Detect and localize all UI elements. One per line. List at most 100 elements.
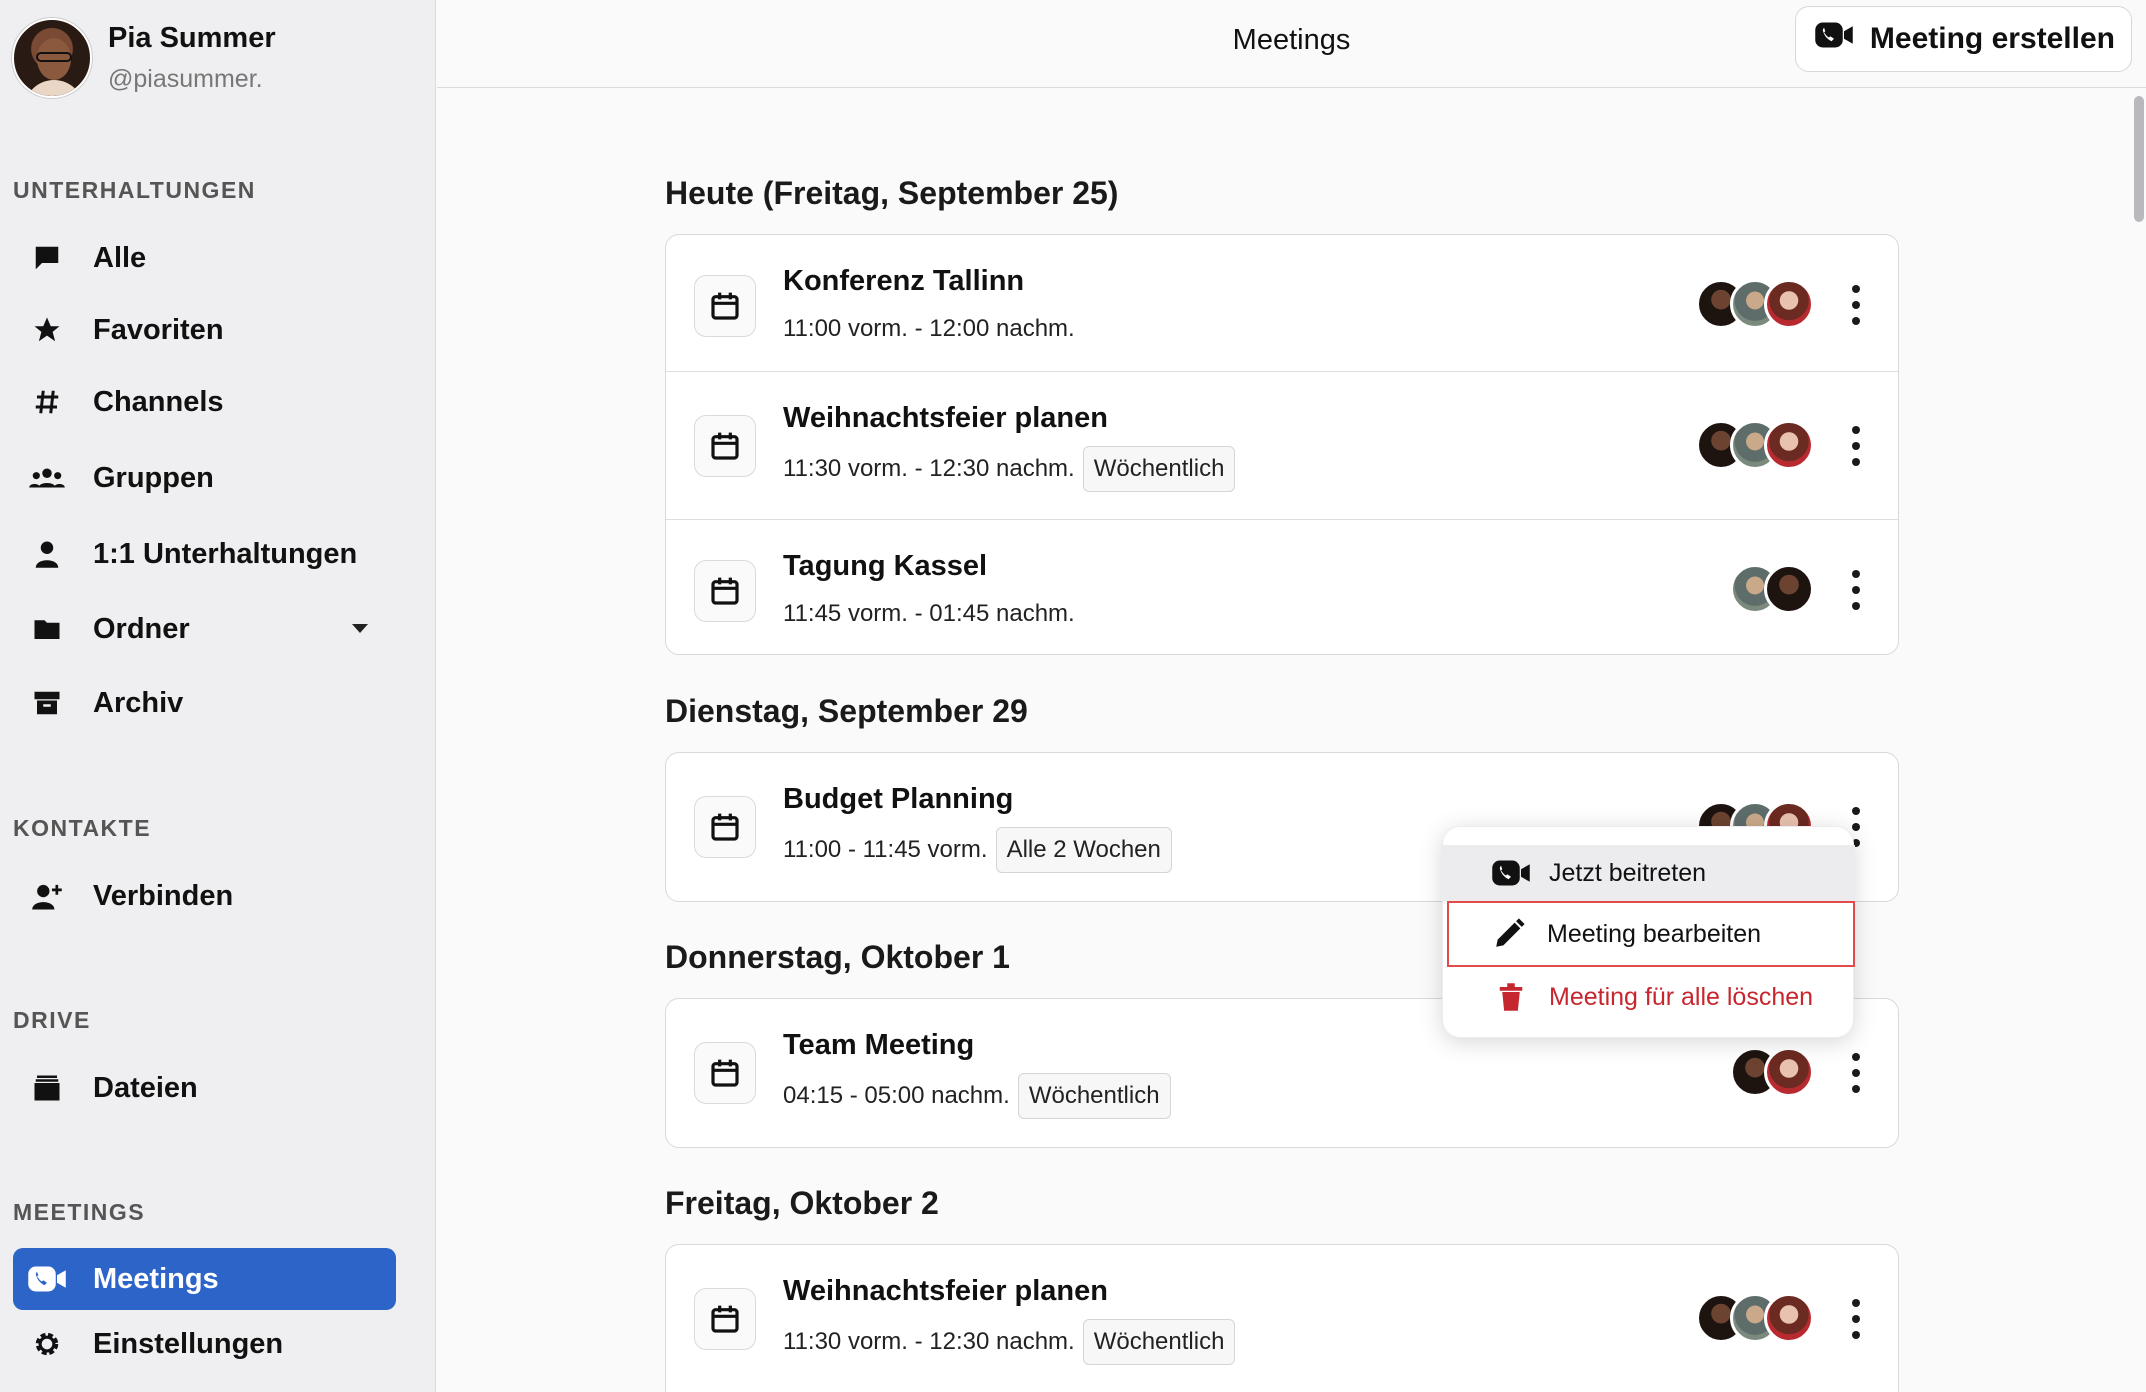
chat-bubble-icon bbox=[27, 238, 67, 278]
meeting-row[interactable]: Tagung Kassel 11:45 vorm. - 01:45 nachm. bbox=[666, 520, 1898, 654]
menu-item-join[interactable]: Jetzt beitreten bbox=[1443, 845, 1855, 901]
avatar bbox=[1764, 564, 1814, 614]
participant-avatars bbox=[1696, 1293, 1814, 1343]
day-title: Dienstag, September 29 bbox=[665, 693, 1028, 729]
sidebar-item-label: 1:1 Unterhaltungen bbox=[93, 537, 358, 570]
meeting-title: Konferenz Tallinn bbox=[783, 265, 1025, 297]
sidebar-item-direct[interactable]: 1:1 Unterhaltungen bbox=[13, 523, 396, 585]
hash-icon bbox=[27, 382, 67, 422]
sidebar-item-connect[interactable]: Verbinden bbox=[13, 865, 396, 927]
meeting-title: Weihnachtsfeier planen bbox=[783, 1275, 1108, 1307]
video-call-icon bbox=[1489, 858, 1533, 888]
sidebar-item-label: Alle bbox=[93, 241, 147, 274]
meeting-time: 11:30 vorm. - 12:30 nachm. bbox=[783, 455, 1075, 482]
sidebar-item-label: Channels bbox=[93, 385, 224, 418]
participant-avatars bbox=[1696, 420, 1814, 470]
folder-icon bbox=[27, 609, 67, 649]
sidebar-item-label: Ordner bbox=[93, 612, 190, 645]
sidebar-item-folders[interactable]: Ordner bbox=[13, 598, 396, 660]
meeting-card: Konferenz Tallinn 11:00 vorm. - 12:00 na… bbox=[665, 234, 1899, 655]
recurrence-badge: Wöchentlich bbox=[1082, 446, 1236, 492]
sidebar-item-archive[interactable]: Archiv bbox=[13, 672, 396, 734]
menu-item-label: Meeting bearbeiten bbox=[1547, 919, 1762, 948]
menu-item-label: Meeting für alle löschen bbox=[1549, 982, 1814, 1011]
group-icon bbox=[27, 458, 67, 498]
trash-icon bbox=[1489, 981, 1533, 1013]
participant-avatars bbox=[1696, 279, 1814, 329]
day-title: Heute (Freitag, September 25) bbox=[665, 175, 1119, 211]
sidebar-item-label: Favoriten bbox=[93, 313, 224, 346]
chevron-down-icon[interactable] bbox=[352, 624, 368, 633]
day-title: Donnerstag, Oktober 1 bbox=[665, 939, 1010, 975]
avatar bbox=[12, 18, 92, 98]
meeting-row[interactable]: Weihnachtsfeier planen 11:30 vorm. - 12:… bbox=[666, 372, 1898, 520]
meeting-title: Tagung Kassel bbox=[783, 550, 988, 582]
sidebar-item-files[interactable]: Dateien bbox=[13, 1057, 396, 1119]
more-options-icon[interactable] bbox=[1850, 285, 1862, 325]
sidebar-item-label: Einstellungen bbox=[93, 1327, 284, 1360]
sidebar-item-all[interactable]: Alle bbox=[13, 227, 396, 289]
meeting-title: Budget Planning bbox=[783, 783, 1014, 815]
menu-item-edit[interactable]: Meeting bearbeiten bbox=[1447, 901, 1855, 967]
calendar-icon bbox=[694, 415, 756, 477]
meeting-row[interactable]: Konferenz Tallinn 11:00 vorm. - 12:00 na… bbox=[666, 235, 1898, 372]
meeting-context-menu: Jetzt beitreten Meeting bearbeiten Meeti… bbox=[1442, 826, 1855, 1038]
sidebar-item-settings[interactable]: Einstellungen bbox=[13, 1313, 396, 1375]
more-options-icon[interactable] bbox=[1850, 1053, 1862, 1093]
user-name: Pia Summer bbox=[108, 22, 276, 54]
sidebar: Pia Summer @piasummer. UNTERHALTUNGEN Al… bbox=[0, 0, 436, 1392]
meeting-title: Weihnachtsfeier planen bbox=[783, 402, 1108, 434]
meeting-time: 04:15 - 05:00 nachm. bbox=[783, 1082, 1010, 1109]
add-person-icon bbox=[27, 876, 67, 916]
calendar-icon bbox=[694, 560, 756, 622]
more-options-icon[interactable] bbox=[1850, 426, 1862, 466]
section-title-drive: DRIVE bbox=[13, 1007, 91, 1033]
recurrence-badge: Wöchentlich bbox=[1017, 1073, 1171, 1119]
create-meeting-label: Meeting erstellen bbox=[1869, 22, 2115, 55]
sidebar-item-label: Dateien bbox=[93, 1071, 198, 1104]
meeting-card: Weihnachtsfeier planen 11:30 vorm. - 12:… bbox=[665, 1244, 1899, 1392]
calendar-icon bbox=[694, 796, 756, 858]
sidebar-item-channels[interactable]: Channels bbox=[13, 371, 396, 433]
calendar-icon bbox=[694, 1288, 756, 1350]
avatar bbox=[1764, 1047, 1814, 1097]
sidebar-item-label: Verbinden bbox=[93, 879, 234, 912]
meeting-time: 11:30 vorm. - 12:30 nachm. bbox=[783, 1328, 1075, 1355]
sidebar-item-label: Archiv bbox=[93, 686, 184, 719]
person-icon bbox=[27, 534, 67, 574]
meeting-time: 11:00 - 11:45 vorm. bbox=[783, 836, 988, 863]
menu-item-delete[interactable]: Meeting für alle löschen bbox=[1443, 969, 1855, 1025]
sidebar-item-favorites[interactable]: Favoriten bbox=[13, 299, 396, 361]
files-icon bbox=[27, 1068, 67, 1108]
more-options-icon[interactable] bbox=[1850, 570, 1862, 610]
user-profile[interactable]: Pia Summer @piasummer. bbox=[12, 18, 276, 98]
section-title-contacts: KONTAKTE bbox=[13, 815, 152, 841]
participant-avatars bbox=[1730, 564, 1814, 614]
recurrence-badge: Wöchentlich bbox=[1082, 1319, 1236, 1365]
scrollbar[interactable] bbox=[2134, 96, 2144, 222]
menu-item-label: Jetzt beitreten bbox=[1549, 858, 1707, 887]
participant-avatars bbox=[1730, 1047, 1814, 1097]
meeting-time: 11:45 vorm. - 01:45 nachm. bbox=[783, 600, 1075, 627]
avatar bbox=[1764, 420, 1814, 470]
calendar-icon bbox=[694, 275, 756, 337]
recurrence-badge: Alle 2 Wochen bbox=[995, 827, 1172, 873]
video-call-icon bbox=[1812, 20, 1856, 58]
more-options-icon[interactable] bbox=[1850, 1299, 1862, 1339]
avatar bbox=[1764, 279, 1814, 329]
day-title: Freitag, Oktober 2 bbox=[665, 1185, 939, 1221]
section-title-conversations: UNTERHALTUNGEN bbox=[13, 177, 256, 203]
sidebar-item-label: Meetings bbox=[93, 1262, 219, 1295]
gear-icon bbox=[27, 1324, 67, 1364]
meeting-time: 11:00 vorm. - 12:00 nachm. bbox=[783, 315, 1075, 342]
create-meeting-button[interactable]: Meeting erstellen bbox=[1794, 6, 2132, 72]
sidebar-item-groups[interactable]: Gruppen bbox=[13, 447, 396, 509]
star-icon bbox=[27, 310, 67, 350]
meeting-row[interactable]: Weihnachtsfeier planen 11:30 vorm. - 12:… bbox=[666, 1245, 1898, 1392]
video-call-icon bbox=[27, 1259, 67, 1299]
meeting-title: Team Meeting bbox=[783, 1029, 975, 1061]
sidebar-item-meetings[interactable]: Meetings bbox=[13, 1248, 396, 1310]
header: Meetings Meeting erstellen bbox=[437, 0, 2146, 88]
archive-icon bbox=[27, 683, 67, 723]
user-handle: @piasummer. bbox=[108, 65, 263, 93]
